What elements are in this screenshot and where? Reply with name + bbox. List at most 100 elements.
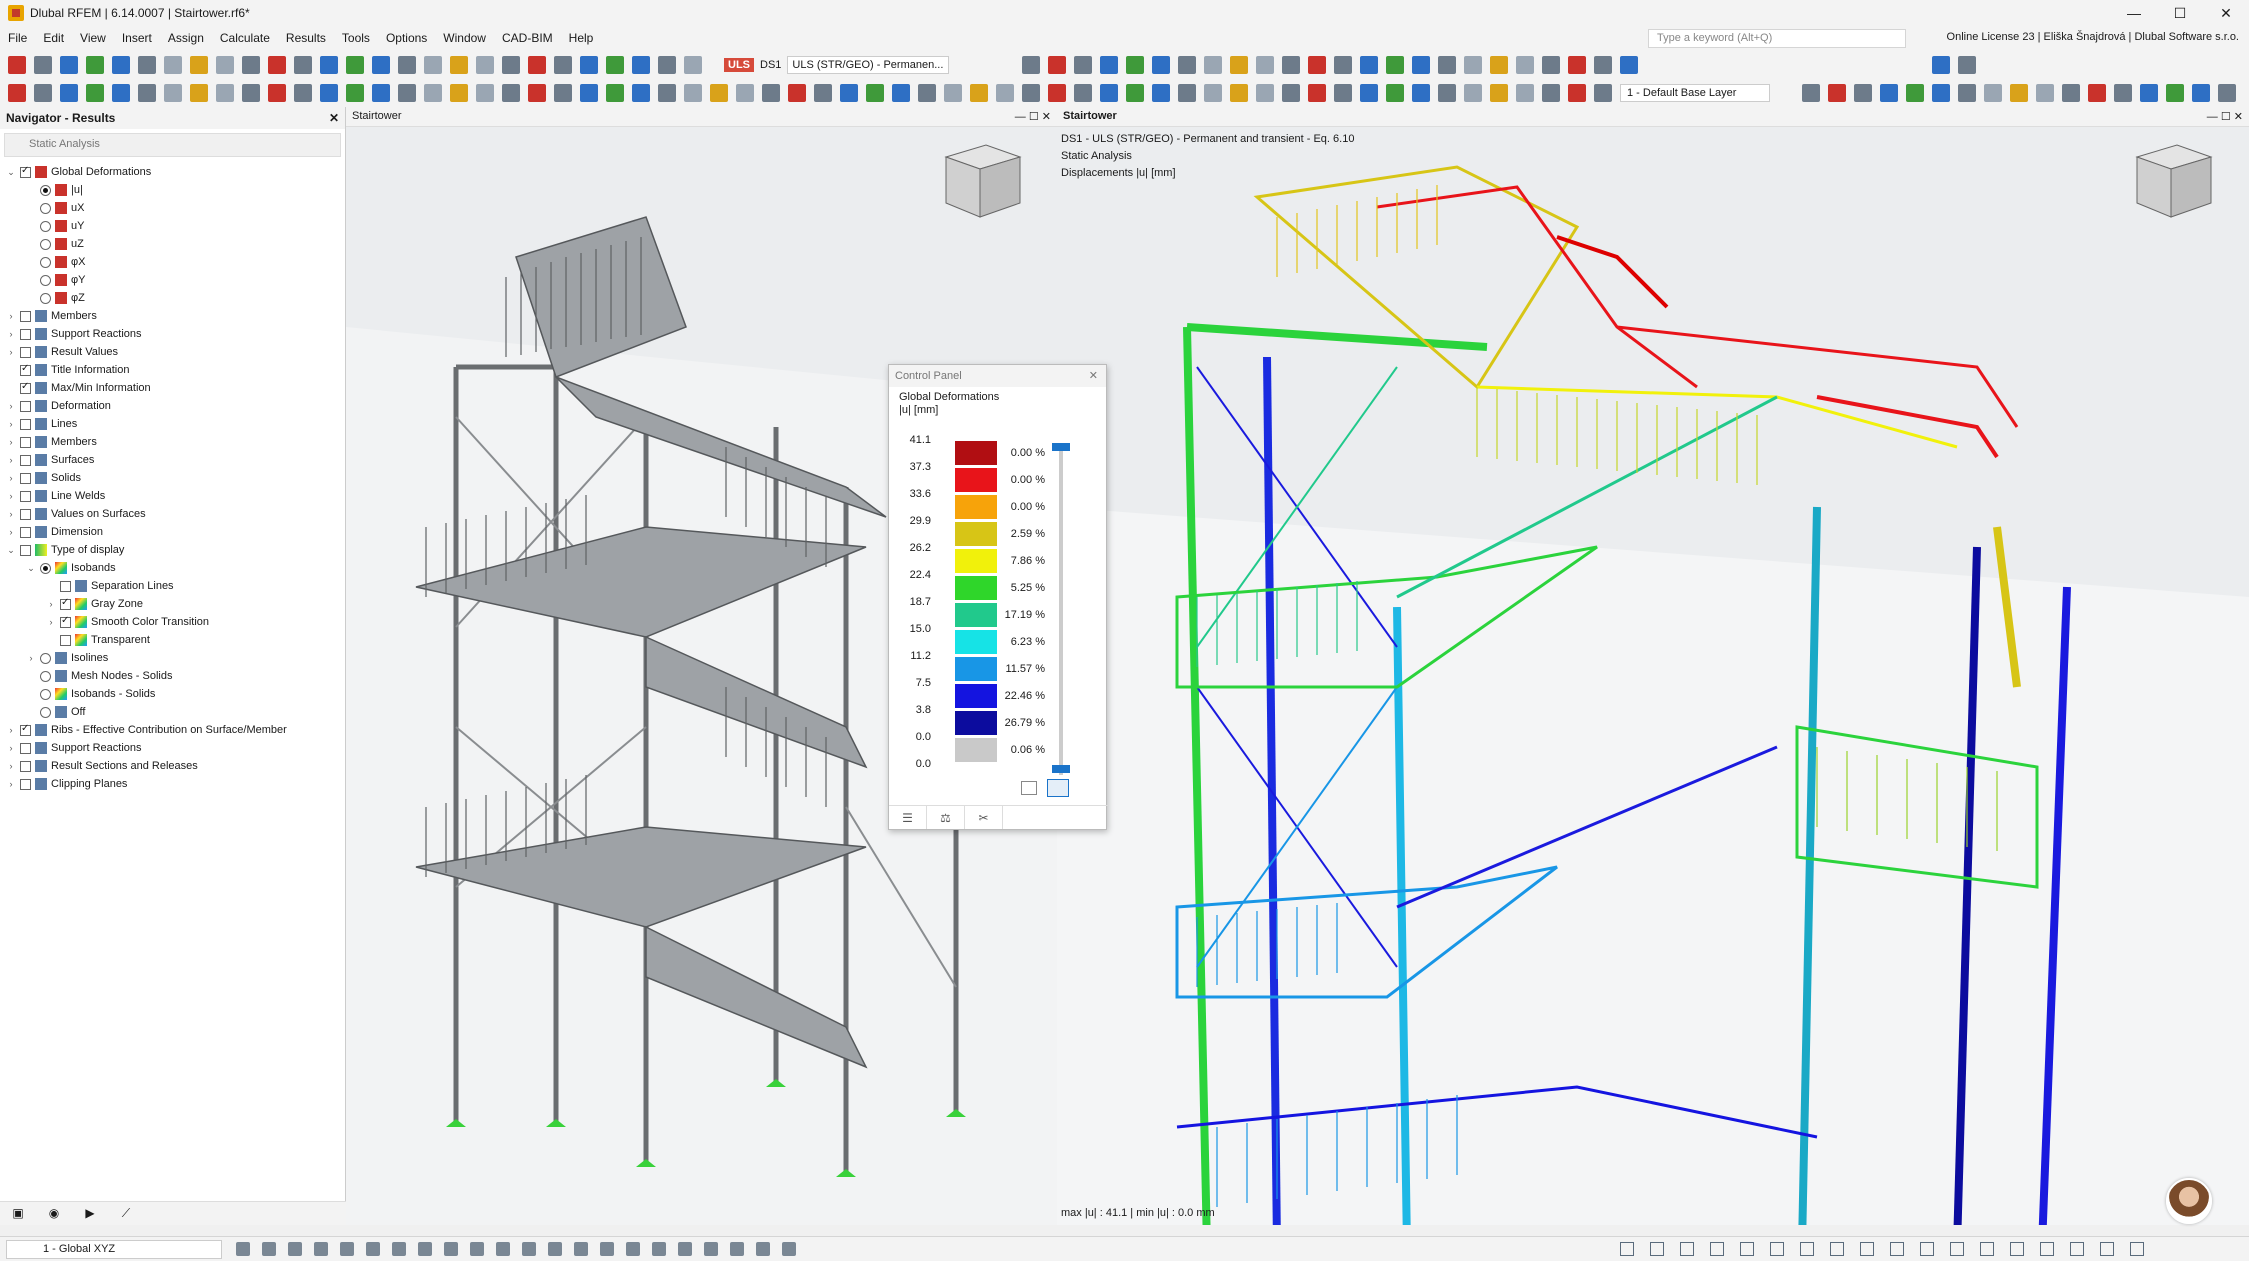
toolbar-button-icon[interactable] xyxy=(1386,56,1404,74)
control-panel-tab[interactable]: ⚖ xyxy=(927,806,965,829)
checkbox[interactable] xyxy=(20,436,31,448)
toolbar-button-icon[interactable] xyxy=(2166,84,2184,102)
tree-item[interactable]: Off xyxy=(0,703,340,721)
toolbar-button-icon[interactable] xyxy=(2192,84,2210,102)
expand-chevron-icon[interactable]: › xyxy=(6,725,16,735)
menu-item[interactable]: Window xyxy=(435,31,494,45)
toolbar-button-icon[interactable] xyxy=(606,84,624,102)
navigator-tab[interactable]: ⟋ xyxy=(108,1202,144,1221)
legend-export-button[interactable] xyxy=(1021,781,1037,795)
tree-item[interactable]: › Ribs - Effective Contribution on Surfac… xyxy=(0,721,340,739)
toolbar-button-icon[interactable] xyxy=(1074,56,1092,74)
layer-select[interactable]: 1 - Default Base Layer xyxy=(1620,84,1770,102)
radio-button[interactable] xyxy=(40,184,51,196)
expand-chevron-icon[interactable]: › xyxy=(6,437,16,447)
toolbar-button-icon[interactable] xyxy=(1516,84,1534,102)
status-tool-icon[interactable] xyxy=(470,1242,484,1256)
checkbox[interactable] xyxy=(20,454,31,466)
search-input[interactable]: Type a keyword (Alt+Q) xyxy=(1648,29,1906,48)
tree-item[interactable]: › Solids xyxy=(0,469,340,487)
toolbar-button-icon[interactable] xyxy=(1438,56,1456,74)
menu-item[interactable]: File xyxy=(0,31,35,45)
status-toggle-icon[interactable] xyxy=(1860,1242,1874,1256)
tree-item[interactable]: Separation Lines xyxy=(0,577,340,595)
radio-button[interactable] xyxy=(40,670,51,682)
coordinate-system-select[interactable]: 1 - Global XYZ xyxy=(6,1240,222,1259)
menu-item[interactable]: Results xyxy=(278,31,334,45)
tree-item[interactable]: › Support Reactions xyxy=(0,325,340,343)
toolbar-button-icon[interactable] xyxy=(1516,56,1534,74)
status-tool-icon[interactable] xyxy=(366,1242,380,1256)
toolbar-button-icon[interactable] xyxy=(138,84,156,102)
checkbox[interactable] xyxy=(20,544,31,556)
toolbar-button-icon[interactable] xyxy=(2036,84,2054,102)
toolbar-button-icon[interactable] xyxy=(892,84,910,102)
status-tool-icon[interactable] xyxy=(626,1242,640,1256)
control-panel-tab[interactable]: ✂ xyxy=(965,806,1003,829)
toolbar-button-icon[interactable] xyxy=(1958,56,1976,74)
tree-item[interactable]: ⌄ Global Deformations xyxy=(0,163,340,181)
toolbar-button-icon[interactable] xyxy=(866,84,884,102)
toolbar-button-icon[interactable] xyxy=(1464,84,1482,102)
checkbox[interactable] xyxy=(20,508,31,520)
status-tool-icon[interactable] xyxy=(444,1242,458,1256)
radio-button[interactable] xyxy=(40,202,51,214)
toolbar-button-icon[interactable] xyxy=(1230,84,1248,102)
tree-item[interactable]: φZ xyxy=(0,289,340,307)
toolbar-button-icon[interactable] xyxy=(190,84,208,102)
minimize-button[interactable]: — xyxy=(2111,0,2157,26)
toolbar-button-icon[interactable] xyxy=(1802,84,1820,102)
tree-item[interactable]: Max/Min Information xyxy=(0,379,340,397)
status-toggle-icon[interactable] xyxy=(1800,1242,1814,1256)
toolbar-button-icon[interactable] xyxy=(2088,84,2106,102)
checkbox[interactable] xyxy=(60,580,71,592)
toolbar-button-icon[interactable] xyxy=(164,84,182,102)
toolbar-button-icon[interactable] xyxy=(450,56,468,74)
toolbar-button-icon[interactable] xyxy=(112,84,130,102)
expand-chevron-icon[interactable]: › xyxy=(26,653,36,663)
toolbar-button-icon[interactable] xyxy=(1022,56,1040,74)
toolbar-button-icon[interactable] xyxy=(1906,84,1924,102)
toolbar-button-icon[interactable] xyxy=(996,84,1014,102)
view-cube-icon[interactable] xyxy=(2127,137,2219,223)
menu-item[interactable]: Edit xyxy=(35,31,72,45)
toolbar-button-icon[interactable] xyxy=(1984,84,2002,102)
checkbox[interactable] xyxy=(20,346,31,358)
toolbar-button-icon[interactable] xyxy=(1568,56,1586,74)
status-tool-icon[interactable] xyxy=(574,1242,588,1256)
toolbar-button-icon[interactable] xyxy=(580,84,598,102)
status-toggle-icon[interactable] xyxy=(1770,1242,1784,1256)
toolbar-button-icon[interactable] xyxy=(164,56,182,74)
tree-item[interactable]: › Isolines xyxy=(0,649,340,667)
toolbar-button-icon[interactable] xyxy=(502,56,520,74)
view-cube-icon[interactable] xyxy=(936,137,1028,223)
status-tool-icon[interactable] xyxy=(730,1242,744,1256)
toolbar-button-icon[interactable] xyxy=(2218,84,2236,102)
toolbar-button-icon[interactable] xyxy=(1568,84,1586,102)
toolbar-button-icon[interactable] xyxy=(632,56,650,74)
tree-item[interactable]: › Line Welds xyxy=(0,487,340,505)
expand-chevron-icon[interactable]: › xyxy=(6,491,16,501)
toolbar-button-icon[interactable] xyxy=(1308,56,1326,74)
toolbar-button-icon[interactable] xyxy=(1412,56,1430,74)
status-tool-icon[interactable] xyxy=(314,1242,328,1256)
toolbar-button-icon[interactable] xyxy=(788,84,806,102)
toolbar-button-icon[interactable] xyxy=(1334,56,1352,74)
tree-item[interactable]: › Values on Surfaces xyxy=(0,505,340,523)
view-right[interactable]: Stairtower — ☐ ✕ DS1 - ULS (STR/GEO) - Pe… xyxy=(1057,107,2249,1225)
toolbar-button-icon[interactable] xyxy=(60,84,78,102)
tree-item[interactable]: φY xyxy=(0,271,340,289)
checkbox[interactable] xyxy=(20,526,31,538)
status-toggle-icon[interactable] xyxy=(1650,1242,1664,1256)
checkbox[interactable] xyxy=(20,778,31,790)
expand-chevron-icon[interactable]: › xyxy=(6,779,16,789)
toolbar-button-icon[interactable] xyxy=(554,56,572,74)
navigator-analysis-select[interactable]: Static Analysis xyxy=(4,133,341,157)
tree-item[interactable]: Transparent xyxy=(0,631,340,649)
toolbar-button-icon[interactable] xyxy=(1542,56,1560,74)
tree-item[interactable]: › Deformation xyxy=(0,397,340,415)
expand-chevron-icon[interactable]: › xyxy=(6,455,16,465)
toolbar-button-icon[interactable] xyxy=(632,84,650,102)
tree-item[interactable]: ⌄ Isobands xyxy=(0,559,340,577)
tree-item[interactable]: Isobands - Solids xyxy=(0,685,340,703)
